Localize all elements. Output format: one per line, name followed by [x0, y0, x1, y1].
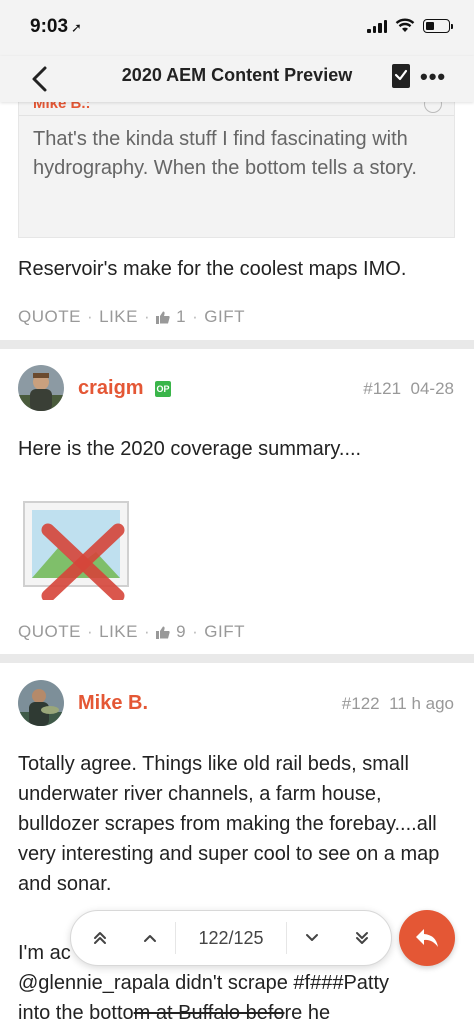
action-separator: ·: [86, 622, 94, 641]
avatar[interactable]: [18, 680, 64, 726]
post-body-line: @glennie_rapala didn't scrape #f###Patty: [18, 972, 390, 994]
like-count: 1: [176, 307, 187, 326]
post-number[interactable]: #122: [342, 694, 380, 713]
post-pager: 122/125: [70, 910, 392, 966]
quote-block: Mike B.: That's the kinda stuff I find f…: [18, 102, 455, 238]
broken-image-icon[interactable]: [22, 500, 134, 600]
post-body: Totally agree. Things like old rail beds…: [18, 753, 440, 895]
double-chevron-down-icon: [356, 932, 368, 944]
thumb-up-icon: [156, 311, 170, 324]
post-actions: QUOTE · LIKE · 1 · GIFT: [18, 307, 245, 327]
status-time: 9:03 ➚: [30, 16, 82, 38]
strikethrough-text: m at Buffalo befo: [133, 1002, 285, 1024]
quote-text: That's the kinda stuff I find fascinatin…: [33, 128, 417, 179]
post-body: Here is the 2020 coverage summary....: [18, 438, 362, 460]
quote-button[interactable]: QUOTE: [18, 622, 81, 642]
nav-bar: 2020 AEM Content Preview •••: [0, 56, 474, 102]
username[interactable]: craigm: [78, 377, 144, 400]
action-separator: ·: [192, 622, 199, 641]
gift-button[interactable]: GIFT: [204, 622, 245, 642]
quote-divider: [19, 115, 454, 116]
jump-to-top-button[interactable]: [75, 910, 125, 966]
gift-button[interactable]: GIFT: [204, 307, 245, 327]
next-post-button[interactable]: [287, 910, 337, 966]
action-separator: ·: [192, 307, 199, 326]
previous-post-button[interactable]: [125, 910, 175, 966]
bookmark-icon[interactable]: [390, 63, 412, 89]
action-separator: ·: [86, 307, 94, 326]
like-button[interactable]: LIKE: [99, 622, 138, 642]
like-button[interactable]: LIKE: [99, 307, 138, 327]
op-badge: OP: [155, 381, 171, 397]
expand-quote-icon[interactable]: [424, 102, 442, 113]
text-segment: into the botto: [18, 1002, 134, 1024]
avatar[interactable]: [18, 365, 64, 411]
avatar-image: [18, 365, 64, 411]
chevron-up-icon: [144, 935, 156, 942]
chevron-down-icon: [306, 934, 318, 941]
username[interactable]: Mike B.: [78, 692, 148, 715]
post-meta: #122 11 h ago: [342, 694, 454, 714]
double-chevron-up-icon: [94, 932, 106, 944]
location-icon: ➚: [71, 20, 82, 35]
post-divider: [0, 340, 474, 349]
post-date: 04-28: [410, 379, 454, 398]
thumb-up-icon: [156, 626, 170, 639]
wifi-icon: [395, 18, 415, 32]
jump-to-bottom-button[interactable]: [337, 910, 387, 966]
status-bar: 9:03 ➚: [0, 0, 474, 56]
post-meta: #121 04-28: [363, 379, 454, 399]
action-separator: ·: [143, 307, 151, 326]
quote-button[interactable]: QUOTE: [18, 307, 81, 327]
text-segment: re he: [284, 1002, 331, 1024]
cellular-signal-icon: [367, 19, 387, 33]
post-date: 11 h ago: [389, 694, 454, 713]
like-count: 9: [176, 622, 187, 641]
quote-author[interactable]: Mike B.:: [33, 102, 91, 112]
battery-icon: [423, 18, 453, 33]
post-body: Reservoir's make for the coolest maps IM…: [18, 258, 407, 280]
post-divider: [0, 654, 474, 663]
topic-stream[interactable]: Mike B.: That's the kinda stuff I find f…: [0, 102, 474, 1024]
reply-icon: [416, 929, 438, 947]
reply-button[interactable]: [399, 910, 455, 966]
avatar-image: [18, 680, 64, 726]
post-number[interactable]: #121: [363, 379, 401, 398]
action-separator: ·: [143, 622, 151, 641]
post-body-line: into the bottom at Buffalo before he: [18, 998, 458, 1024]
clock: 9:03: [30, 16, 69, 37]
status-icons: [367, 18, 453, 33]
post-position[interactable]: 122/125: [175, 922, 287, 954]
more-dots-icon[interactable]: •••: [420, 66, 446, 88]
post-actions: QUOTE · LIKE · 9 · GIFT: [18, 622, 245, 642]
